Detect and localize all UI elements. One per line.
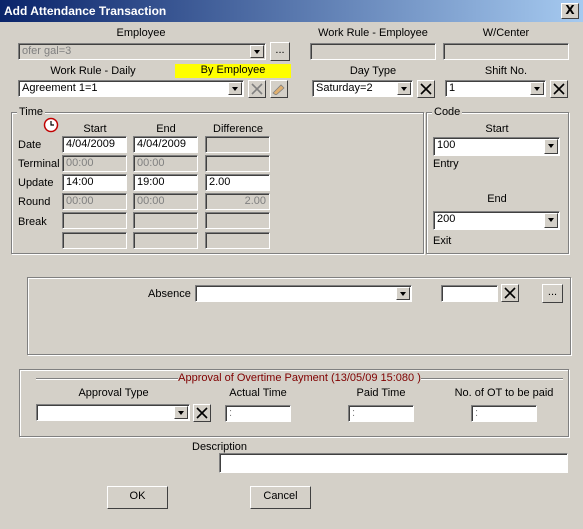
- employee-label: Employee: [116, 27, 166, 39]
- clear-day-type-button[interactable]: [417, 80, 435, 98]
- terminal-start-field: 00:00: [62, 155, 127, 172]
- clock-icon[interactable]: [43, 117, 59, 136]
- employee-browse-button[interactable]: ...: [270, 42, 290, 61]
- close-icon: [504, 287, 516, 299]
- time-col-difference: Difference: [213, 123, 263, 135]
- close-icon: [553, 83, 565, 95]
- chevron-down-icon[interactable]: [396, 287, 410, 300]
- code-start-value: 100: [437, 139, 456, 151]
- actual-time-field[interactable]: :: [225, 405, 291, 422]
- window-title: Add Attendance Transaction: [4, 4, 167, 18]
- pencil-icon: [272, 84, 285, 95]
- round-label: Round: [18, 196, 51, 208]
- chevron-down-icon[interactable]: [530, 82, 544, 95]
- code-start-select[interactable]: 100: [433, 137, 560, 156]
- update-start-field[interactable]: 14:00: [62, 174, 127, 191]
- cancel-button[interactable]: Cancel: [250, 486, 311, 509]
- chevron-down-icon[interactable]: [174, 406, 188, 419]
- round-start-field: 00:00: [62, 193, 127, 210]
- date-label: Date: [18, 139, 42, 151]
- by-employee-badge: By Employee: [175, 64, 291, 78]
- employee-select[interactable]: ofer gal=3: [18, 43, 266, 60]
- code-end-value: 200: [437, 213, 456, 225]
- approval-type-label: Approval Type: [78, 387, 149, 399]
- break-start-field: [62, 212, 127, 229]
- round-end-field: 00:00: [133, 193, 198, 210]
- overtime-divider-right: [421, 378, 563, 380]
- approval-type-select[interactable]: [36, 404, 190, 421]
- day-type-value: Saturday=2: [316, 82, 373, 94]
- code-end-label: End: [487, 193, 507, 205]
- clear-approval-type-button[interactable]: [193, 404, 211, 422]
- time-group-title: Time: [17, 106, 46, 118]
- title-bar: Add Attendance Transaction X: [0, 0, 583, 22]
- date-start-field[interactable]: 4/04/2009: [62, 136, 127, 153]
- break2-end-field: [133, 232, 198, 249]
- close-button[interactable]: X: [561, 3, 579, 19]
- employee-value: ofer gal=3: [22, 45, 72, 57]
- work-rule-daily-value: Agreement 1=1: [22, 82, 98, 94]
- shift-no-value: 1: [449, 82, 456, 94]
- description-field[interactable]: [219, 453, 568, 473]
- no-ot-field[interactable]: :: [471, 405, 537, 422]
- terminal-diff-field: [205, 155, 270, 172]
- day-type-label: Day Type: [349, 65, 397, 77]
- break2-start-field: [62, 232, 127, 249]
- work-rule-daily-select[interactable]: Agreement 1=1: [18, 80, 244, 97]
- time-col-end: End: [156, 123, 176, 135]
- code-group-title: Code: [432, 106, 463, 118]
- update-end-field[interactable]: 19:00: [133, 174, 198, 191]
- description-label: Description: [192, 441, 248, 453]
- update-diff-field[interactable]: 2.00: [205, 174, 270, 191]
- date-diff-field: [205, 136, 270, 153]
- chevron-down-icon[interactable]: [397, 82, 411, 95]
- shift-no-select[interactable]: 1: [445, 80, 546, 97]
- no-ot-label: No. of OT to be paid: [454, 387, 554, 399]
- update-label: Update: [18, 177, 54, 189]
- actual-time-label: Actual Time: [229, 387, 287, 399]
- terminal-end-field: 00:00: [133, 155, 198, 172]
- edit-work-rule-button[interactable]: [270, 80, 288, 98]
- round-diff-field: 2.00: [205, 193, 270, 210]
- close-icon: [251, 83, 263, 95]
- code-entry-label: Entry: [433, 158, 459, 170]
- break-label: Break: [18, 216, 47, 228]
- absence-extra-field[interactable]: [441, 285, 498, 302]
- break-end-field: [133, 212, 198, 229]
- chevron-down-icon[interactable]: [544, 213, 558, 228]
- break2-diff-field: [205, 232, 270, 249]
- chevron-down-icon[interactable]: [228, 82, 242, 95]
- ok-button[interactable]: OK: [107, 486, 168, 509]
- break-diff-field: [205, 212, 270, 229]
- clear-shift-no-button[interactable]: [550, 80, 568, 98]
- absence-browse-button[interactable]: ...: [542, 284, 563, 303]
- chevron-down-icon[interactable]: [544, 139, 558, 154]
- paid-time-label: Paid Time: [356, 387, 406, 399]
- code-start-label: Start: [485, 123, 509, 135]
- overtime-title: Approval of Overtime Payment (13/05/09 1…: [178, 372, 421, 384]
- clear-work-rule-button[interactable]: [248, 80, 266, 98]
- time-col-start: Start: [83, 123, 107, 135]
- code-end-select[interactable]: 200: [433, 211, 560, 230]
- work-center-field: [443, 43, 569, 60]
- work-rule-daily-label: Work Rule - Daily: [50, 65, 136, 77]
- paid-time-field[interactable]: :: [348, 405, 414, 422]
- work-rule-employee-label: Work Rule - Employee: [318, 27, 428, 39]
- date-end-field[interactable]: 4/04/2009: [133, 136, 198, 153]
- absence-select[interactable]: [195, 285, 412, 302]
- terminal-label: Terminal: [18, 158, 60, 170]
- clear-absence-button[interactable]: [501, 284, 519, 302]
- work-center-label: W/Center: [482, 27, 530, 39]
- code-exit-label: Exit: [433, 235, 452, 247]
- chevron-down-icon[interactable]: [250, 45, 264, 58]
- overtime-divider-left: [36, 378, 178, 380]
- shift-no-label: Shift No.: [484, 65, 528, 77]
- day-type-select[interactable]: Saturday=2: [312, 80, 413, 97]
- close-icon: [196, 407, 208, 419]
- close-icon: [420, 83, 432, 95]
- absence-label: Absence: [148, 288, 191, 300]
- work-rule-employee-field: [310, 43, 436, 60]
